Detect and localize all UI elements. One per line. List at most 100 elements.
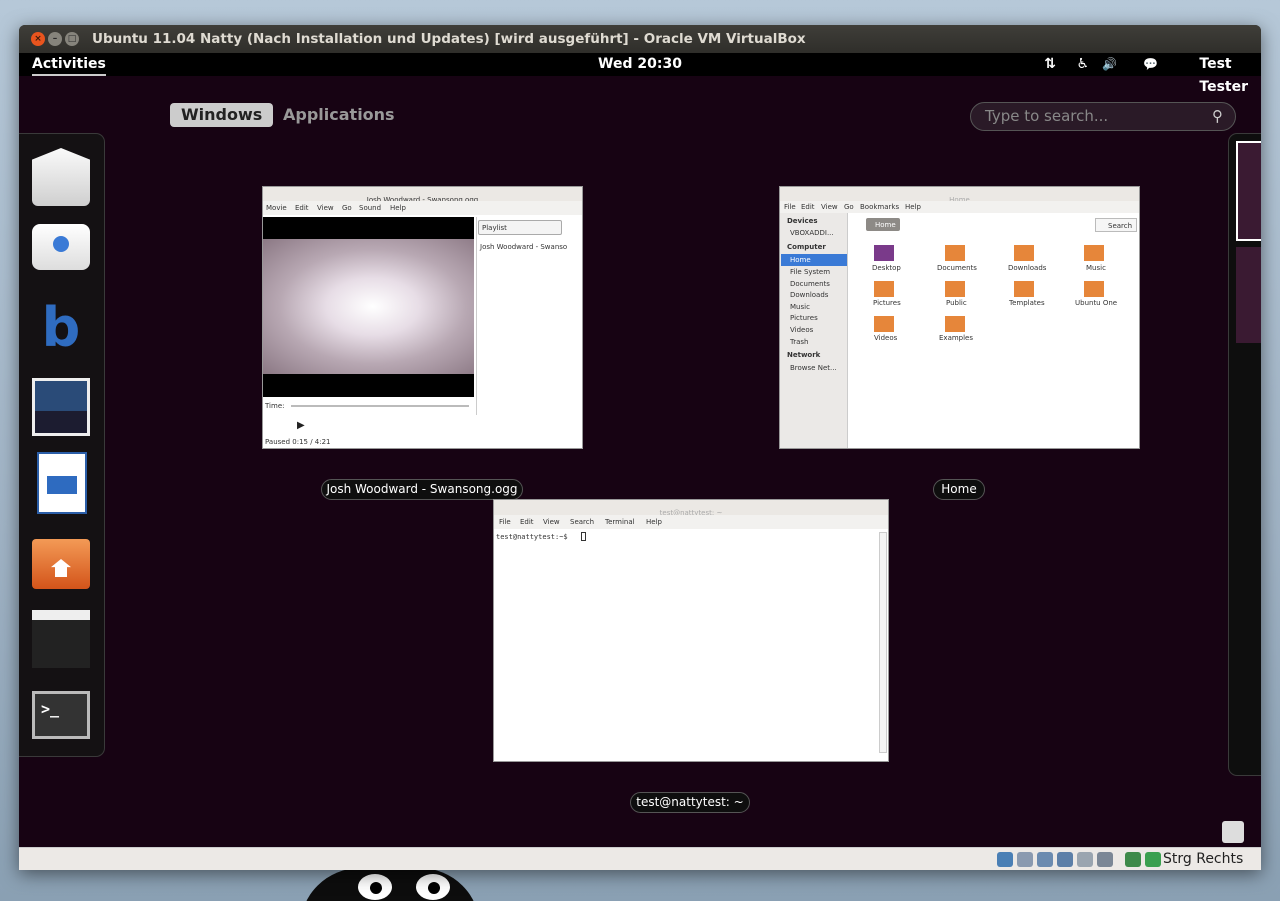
menu-go[interactable]: Go: [844, 203, 854, 211]
folder-documents-label: Documents: [937, 264, 977, 272]
seek-bar[interactable]: [291, 405, 469, 407]
workspace-2-thumbnail[interactable]: [1236, 247, 1261, 343]
home-folder-icon[interactable]: [32, 539, 90, 589]
activities-button[interactable]: Activities: [32, 53, 106, 76]
close-button[interactable]: ×: [31, 32, 45, 46]
sidebar-item-videos[interactable]: Videos: [790, 326, 813, 334]
window-thumbnail-nautilus[interactable]: Home File Edit View Go Bookmarks Help De…: [779, 186, 1140, 449]
search-button[interactable]: Search: [1095, 218, 1137, 232]
photos-icon[interactable]: [32, 378, 90, 436]
banshee-icon[interactable]: b: [32, 299, 90, 357]
location-home-button[interactable]: Home: [866, 218, 900, 231]
host-key-icon[interactable]: [1145, 852, 1161, 867]
terminal-icon[interactable]: >_: [32, 691, 90, 739]
play-button[interactable]: ▶: [297, 420, 305, 431]
wallpaper-eye-right: [416, 874, 450, 900]
shared-folders-icon[interactable]: [1057, 852, 1073, 867]
display-icon[interactable]: [1097, 852, 1113, 867]
menu-terminal[interactable]: Terminal: [605, 518, 635, 526]
time-label: Time:: [265, 402, 285, 410]
caption-nautilus[interactable]: Home: [933, 479, 985, 500]
menu-help[interactable]: Help: [646, 518, 662, 526]
menu-go[interactable]: Go: [342, 204, 352, 212]
terminal-titlebar: test@nattytest: ~: [494, 500, 888, 517]
playlist-item[interactable]: Josh Woodward - Swanso: [480, 243, 567, 251]
menu-edit[interactable]: Edit: [520, 518, 534, 526]
tab-applications[interactable]: Applications: [272, 103, 406, 127]
sidebar-item-trash[interactable]: Trash: [790, 338, 809, 346]
movie-icon[interactable]: [32, 610, 90, 668]
window-thumbnail-terminal[interactable]: test@nattytest: ~ File Edit View Search …: [493, 499, 889, 762]
sidebar-item-browse-network[interactable]: Browse Net...: [790, 364, 837, 372]
sidebar-item-documents[interactable]: Documents: [790, 280, 830, 288]
minimize-button[interactable]: –: [48, 32, 62, 46]
sidebar-header-devices: Devices: [787, 217, 818, 225]
menu-view[interactable]: View: [543, 518, 560, 526]
folder-pictures-icon[interactable]: [874, 281, 894, 297]
menu-help[interactable]: Help: [390, 204, 406, 212]
folder-desktop-icon[interactable]: [874, 245, 894, 261]
menu-movie[interactable]: Movie: [266, 204, 287, 212]
dash: b >_: [19, 133, 105, 757]
hard-disk-icon[interactable]: [997, 852, 1013, 867]
sidebar-item-music[interactable]: Music: [790, 303, 810, 311]
folder-examples-icon[interactable]: [945, 316, 965, 332]
message-tray-icon[interactable]: [1222, 821, 1244, 843]
nautilus-menubar: File Edit View Go Bookmarks Help: [780, 201, 1139, 213]
clock[interactable]: Wed 20:30: [19, 53, 1261, 76]
sidebar-header-computer: Computer: [787, 243, 826, 251]
sidebar-item-home[interactable]: Home: [790, 256, 811, 264]
caption-terminal[interactable]: test@nattytest: ~: [630, 792, 750, 813]
playlist-dropdown[interactable]: Playlist: [478, 220, 562, 235]
menu-bookmarks[interactable]: Bookmarks: [860, 203, 899, 211]
chat-status-icon[interactable]: 💬: [1143, 53, 1158, 76]
usb-icon[interactable]: [1037, 852, 1053, 867]
user-menu[interactable]: Test Tester: [1199, 53, 1248, 99]
sidebar-item-filesystem[interactable]: File System: [790, 268, 830, 276]
menu-edit[interactable]: Edit: [295, 204, 309, 212]
menu-view[interactable]: View: [317, 204, 334, 212]
menu-file[interactable]: File: [784, 203, 796, 211]
sidebar-item-vboxadditions[interactable]: VBOXADDI...: [790, 229, 834, 237]
volume-icon[interactable]: 🔊: [1102, 53, 1117, 76]
terminal-prompt[interactable]: test@nattytest:~$: [496, 533, 568, 541]
menu-edit[interactable]: Edit: [801, 203, 815, 211]
virtualbox-window: × – □ Ubuntu 11.04 Natty (Nach Installat…: [19, 25, 1261, 870]
search-input[interactable]: Type to search... ⚲: [970, 102, 1236, 131]
folder-videos-icon[interactable]: [874, 316, 894, 332]
sidebar-item-pictures[interactable]: Pictures: [790, 314, 818, 322]
workspace-1-thumbnail[interactable]: [1236, 141, 1261, 241]
window-thumbnail-totem[interactable]: Josh Woodward - Swansong.ogg Movie Edit …: [262, 186, 583, 449]
sidebar-item-downloads[interactable]: Downloads: [790, 291, 828, 299]
vbox-titlebar: × – □ Ubuntu 11.04 Natty (Nach Installat…: [19, 25, 1261, 53]
video-area[interactable]: [263, 217, 474, 397]
nautilus-sidebar: Devices VBOXADDI... Computer Home File S…: [780, 213, 848, 448]
folder-templates-label: Templates: [1009, 299, 1045, 307]
folder-templates-icon[interactable]: [1014, 281, 1034, 297]
mail-icon[interactable]: [32, 148, 90, 206]
menu-search[interactable]: Search: [570, 518, 594, 526]
caption-totem[interactable]: Josh Woodward - Swansong.ogg: [321, 479, 523, 500]
terminal-scrollbar[interactable]: [879, 532, 887, 753]
sidebar-header-network: Network: [787, 351, 821, 359]
vbox-title: Ubuntu 11.04 Natty (Nach Installation un…: [92, 31, 806, 47]
folder-downloads-icon[interactable]: [1014, 245, 1034, 261]
mouse-integration-icon[interactable]: [1125, 852, 1141, 867]
writer-icon[interactable]: [37, 452, 87, 514]
folder-public-icon[interactable]: [945, 281, 965, 297]
menu-file[interactable]: File: [499, 518, 511, 526]
maximize-button[interactable]: □: [65, 32, 79, 46]
chat-icon[interactable]: [32, 224, 90, 270]
network-adapter-icon[interactable]: [1077, 852, 1093, 867]
totem-menubar: Movie Edit View Go Sound Help: [263, 201, 582, 215]
menu-help[interactable]: Help: [905, 203, 921, 211]
menu-view[interactable]: View: [821, 203, 838, 211]
folder-ubuntu-one-icon[interactable]: [1084, 281, 1104, 297]
accessibility-icon[interactable]: ♿: [1076, 53, 1089, 76]
folder-documents-icon[interactable]: [945, 245, 965, 261]
optical-drive-icon[interactable]: [1017, 852, 1033, 867]
tab-windows[interactable]: Windows: [170, 103, 274, 127]
network-icon[interactable]: ⇅: [1044, 53, 1056, 76]
menu-sound[interactable]: Sound: [359, 204, 381, 212]
folder-music-icon[interactable]: [1084, 245, 1104, 261]
